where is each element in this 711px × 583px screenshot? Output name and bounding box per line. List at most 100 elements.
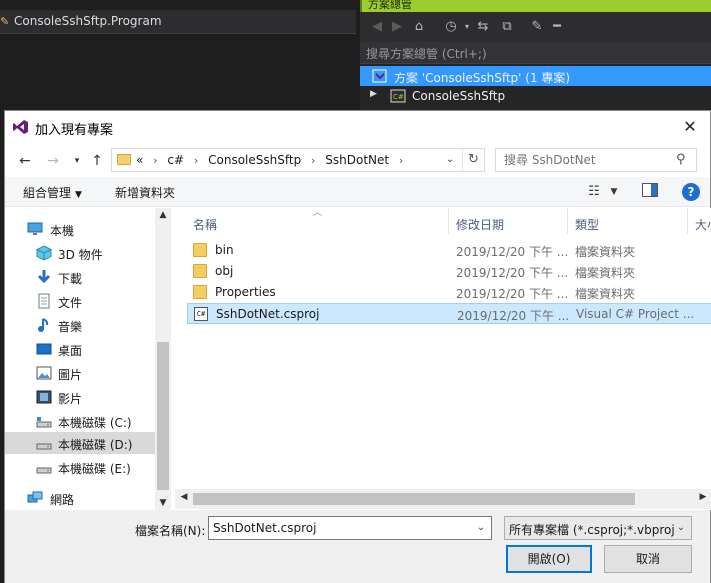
nav-item-drive-d[interactable]: 本機磁碟 (D:) (5, 432, 155, 454)
chevron-down-icon: ▼ (75, 190, 82, 200)
breadcrumb-separator-icon[interactable]: › (311, 154, 315, 167)
nav-item-downloads[interactable]: 下載 (5, 266, 155, 288)
nav-item-3d-objects[interactable]: 3D 物件 (5, 242, 155, 264)
refresh-icon[interactable]: ↻ (462, 149, 484, 171)
nav-item-pictures[interactable]: 圖片 (5, 362, 155, 384)
editor-tab[interactable]: ✎ ConsoleSshSftp.Program (0, 10, 356, 34)
file-type-filter[interactable]: 所有專案檔 (*.csproj;*.vbproj;* ⌄ (504, 516, 692, 540)
close-icon[interactable]: ✕ (678, 115, 702, 139)
back-icon[interactable]: ◀ (368, 18, 386, 36)
nav-item-videos[interactable]: 影片 (5, 386, 155, 408)
collapse-all-icon[interactable]: ⧉ (498, 18, 516, 36)
breadcrumb-item[interactable]: c# (167, 153, 184, 167)
nav-item-drive-e[interactable]: 本機磁碟 (E:) (5, 456, 155, 478)
new-folder-button[interactable]: 新增資料夾 (115, 184, 175, 201)
nav-item-label: 網路 (50, 493, 75, 507)
organize-button[interactable]: 組合管理 ▼ (23, 184, 82, 201)
solution-node-label: 方案 'ConsoleSshSftp' (1 專案) (394, 71, 571, 85)
file-row-selected[interactable]: C# SshDotNet.csproj 2019/12/20 下午 ... Vi… (187, 303, 711, 324)
nav-item-documents[interactable]: 文件 (5, 290, 155, 312)
pictures-icon (36, 366, 52, 380)
column-divider[interactable] (448, 208, 449, 234)
svg-text:C#: C# (393, 93, 404, 101)
nav-item-this-pc[interactable]: 本機 (5, 218, 155, 240)
search-icon[interactable]: ⚲ (676, 152, 690, 167)
scroll-up-icon[interactable]: ▲ (155, 210, 171, 220)
filename-dropdown-icon[interactable]: ⌄ (473, 519, 489, 537)
help-icon[interactable]: ? (682, 183, 700, 201)
nav-item-label: 桌面 (58, 344, 83, 358)
file-name: SshDotNet.csproj (216, 307, 320, 321)
dialog-titlebar: 加入現有專案 ✕ (5, 111, 710, 143)
videos-icon (36, 390, 52, 404)
breadcrumb-separator-icon[interactable]: › (194, 154, 198, 167)
network-icon (27, 491, 43, 503)
documents-icon (38, 293, 50, 309)
breadcrumb-item[interactable]: SshDotNet (325, 153, 389, 167)
sync-icon[interactable]: ⇆ (474, 18, 492, 36)
horizontal-scroll-thumb[interactable] (193, 493, 635, 505)
dialog-title: 加入現有專案 (35, 123, 114, 138)
nav-scrollbar[interactable]: ▲ ▼ (155, 208, 171, 510)
breadcrumb-item[interactable]: ConsoleSshSftp (208, 153, 301, 167)
folder-icon (193, 264, 207, 278)
scroll-right-icon[interactable]: ▶ (696, 492, 710, 502)
file-row[interactable]: Properties 2019/12/20 下午 ... 檔案資料夾 (187, 282, 711, 303)
nav-scroll-thumb[interactable] (157, 342, 169, 490)
breadcrumb-overflow[interactable]: « (136, 153, 143, 167)
horizontal-scrollbar[interactable]: ◀ ▶ (175, 489, 711, 509)
search-input[interactable] (496, 149, 671, 171)
solution-node[interactable]: 方案 'ConsoleSshSftp' (1 專案) (360, 66, 711, 86)
csharp-project-icon: C# (390, 89, 406, 103)
file-row[interactable]: bin 2019/12/20 下午 ... 檔案資料夾 (187, 240, 711, 261)
solution-explorer-search[interactable]: 搜尋方案總管 (Ctrl+;) (360, 42, 711, 64)
column-header-size[interactable]: 大小 (695, 208, 711, 234)
nav-item-desktop[interactable]: 桌面 (5, 338, 155, 360)
address-dropdown-icon[interactable]: ⌄ (442, 151, 458, 169)
up-arrow-icon[interactable]: ↑ (87, 151, 107, 171)
address-bar[interactable]: « › c# › ConsoleSshSftp › SshDotNet › ⌄ … (111, 148, 485, 172)
column-divider[interactable] (567, 208, 568, 234)
column-header-name[interactable]: 名稱 (193, 208, 217, 234)
nav-item-label: 音樂 (58, 320, 83, 334)
nav-item-network[interactable]: 網路 (5, 487, 155, 509)
recent-locations-chevron-icon[interactable]: ▾ (67, 151, 87, 171)
back-arrow-icon[interactable]: ← (15, 151, 35, 171)
file-row[interactable]: obj 2019/12/20 下午 ... 檔案資料夾 (187, 261, 711, 282)
nav-item-label: 本機磁碟 (E:) (58, 462, 131, 476)
drive-icon (36, 467, 52, 474)
preview-pane-icon[interactable] (641, 183, 659, 201)
address-row: ← → ▾ ↑ « › c# › ConsoleSshSftp › SshDot… (5, 143, 710, 177)
properties-wrench-icon[interactable]: ✎ (528, 18, 546, 36)
view-chevron-down-icon[interactable]: ▼ (605, 183, 623, 201)
project-node[interactable]: ▶ C# ConsoleSshSftp (360, 86, 711, 106)
filename-input[interactable] (209, 517, 471, 539)
forward-arrow-icon[interactable]: → (43, 151, 63, 171)
minus-icon[interactable]: ━ (548, 18, 566, 36)
column-header-date[interactable]: 修改日期 (456, 208, 504, 234)
breadcrumb-separator-icon[interactable]: › (399, 154, 403, 167)
breadcrumb: « › c# › ConsoleSshSftp › SshDotNet › (136, 153, 409, 167)
scroll-down-icon[interactable]: ▼ (155, 498, 171, 508)
solution-explorer-title-text: 方案總管 (368, 0, 412, 11)
column-divider[interactable] (687, 208, 688, 234)
open-button[interactable]: 開啟(O) (506, 545, 592, 573)
view-options-icon[interactable]: ☷ (585, 183, 603, 201)
expand-arrow-icon[interactable]: ▶ (370, 89, 377, 99)
editor-tab-label: ConsoleSshSftp.Program (14, 14, 162, 28)
nav-item-music[interactable]: 音樂 (5, 314, 155, 336)
csproj-icon: C# (194, 307, 208, 321)
nav-item-label: 本機磁碟 (C:) (58, 416, 132, 430)
scroll-left-icon[interactable]: ◀ (177, 492, 191, 502)
nav-item-drive-c[interactable]: 本機磁碟 (C:) (5, 410, 155, 432)
folder-icon (193, 285, 207, 299)
cancel-button[interactable]: 取消 (604, 545, 692, 573)
file-list: ︿ 名稱 修改日期 類型 大小 bin 2019/12/20 下午 ... 檔案… (175, 208, 711, 510)
nav-item-label: 文件 (58, 296, 83, 310)
forward-icon[interactable]: ▶ (388, 18, 406, 36)
home-icon[interactable]: ⌂ (410, 18, 428, 36)
breadcrumb-separator-icon[interactable]: › (153, 154, 157, 167)
project-node-label: ConsoleSshSftp (412, 89, 506, 103)
nav-item-label: 下載 (58, 272, 83, 286)
column-header-type[interactable]: 類型 (575, 208, 599, 234)
